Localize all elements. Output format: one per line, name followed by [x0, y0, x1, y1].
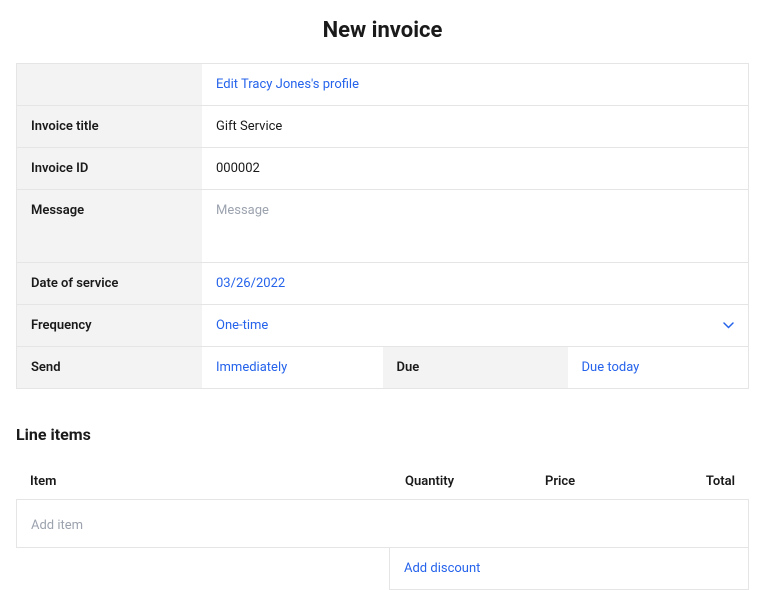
- due-value[interactable]: Due today: [568, 347, 749, 388]
- discount-spacer: [16, 548, 389, 590]
- invoice-form: Edit Tracy Jones's profile Invoice title…: [16, 63, 749, 389]
- message-input[interactable]: [216, 203, 734, 218]
- invoice-id-row: Invoice ID: [17, 148, 748, 190]
- frequency-value-text: One-time: [216, 318, 268, 333]
- invoice-id-value-cell: [202, 148, 748, 189]
- frequency-select[interactable]: One-time: [202, 305, 748, 346]
- invoice-title-row: Invoice title: [17, 106, 748, 148]
- invoice-title-label: Invoice title: [17, 106, 202, 147]
- send-value[interactable]: Immediately: [202, 347, 383, 388]
- line-items-header: Item Quantity Price Total: [16, 464, 749, 500]
- invoice-id-input[interactable]: [216, 161, 734, 176]
- header-total: Total: [665, 474, 735, 489]
- chevron-down-icon: [723, 319, 734, 332]
- invoice-id-label: Invoice ID: [17, 148, 202, 189]
- header-item: Item: [30, 474, 405, 489]
- date-of-service-value[interactable]: 03/26/2022: [202, 263, 748, 304]
- add-item-row: [16, 500, 749, 548]
- message-row: Message: [17, 190, 748, 263]
- send-due-row: Send Immediately Due Due today: [17, 347, 748, 388]
- date-of-service-row: Date of service 03/26/2022: [17, 263, 748, 305]
- message-value-cell: [202, 190, 748, 262]
- frequency-label: Frequency: [17, 305, 202, 346]
- line-items-title: Line items: [16, 425, 749, 444]
- page-title: New invoice: [0, 0, 765, 63]
- message-label: Message: [17, 190, 202, 262]
- frequency-row: Frequency One-time: [17, 305, 748, 347]
- date-of-service-label: Date of service: [17, 263, 202, 304]
- invoice-title-value-cell: [202, 106, 748, 147]
- due-label: Due: [383, 347, 568, 388]
- invoice-title-input[interactable]: [216, 119, 734, 134]
- edit-profile-link[interactable]: Edit Tracy Jones's profile: [202, 64, 748, 105]
- edit-profile-row: Edit Tracy Jones's profile: [17, 64, 748, 106]
- send-label: Send: [17, 347, 202, 388]
- add-discount-link[interactable]: Add discount: [389, 548, 749, 590]
- discount-row: Add discount: [16, 548, 749, 590]
- add-item-input[interactable]: [31, 518, 734, 533]
- header-price: Price: [545, 474, 665, 489]
- line-items-section: Line items Item Quantity Price Total Add…: [16, 425, 749, 590]
- edit-profile-label-cell: [17, 64, 202, 105]
- header-quantity: Quantity: [405, 474, 545, 489]
